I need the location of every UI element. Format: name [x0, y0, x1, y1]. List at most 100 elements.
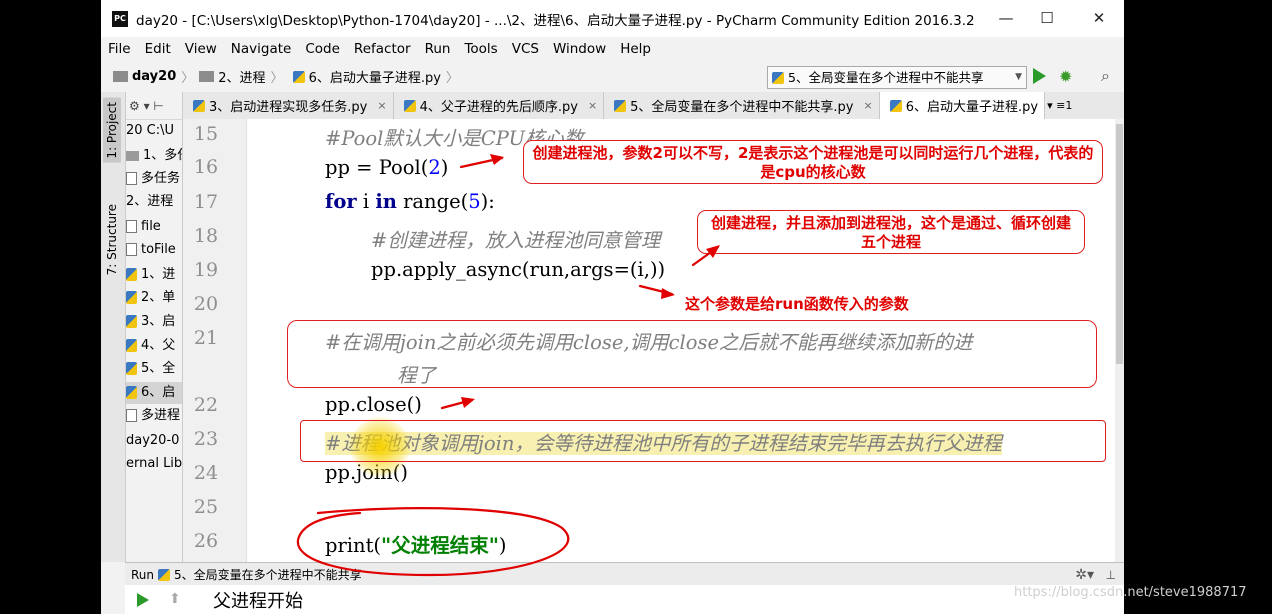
- menu-window[interactable]: Window: [546, 41, 613, 57]
- menu-help[interactable]: Help: [613, 41, 658, 57]
- file-icon: [126, 243, 137, 256]
- maximize-button[interactable]: ☐: [1022, 0, 1072, 37]
- code-line-26: print("父进程结束"): [325, 534, 507, 557]
- python-file-icon: [126, 315, 137, 328]
- run-panel-label: Run: [131, 567, 155, 582]
- menu-file[interactable]: File: [101, 41, 138, 57]
- tree-item[interactable]: 4、父: [126, 335, 182, 357]
- file-icon: [126, 172, 137, 185]
- python-file-icon: [126, 362, 137, 375]
- menu-vcs[interactable]: VCS: [505, 41, 546, 57]
- annotation-frame-join-comment: [300, 420, 1106, 462]
- tree-item[interactable]: 2、进程: [126, 191, 182, 213]
- code-line-22: pp.close(): [325, 393, 422, 416]
- tab-parent-child-order[interactable]: 4、父子进程的先后顺序.py ×: [394, 92, 605, 119]
- structure-tool-tab[interactable]: 7: Structure: [103, 200, 121, 279]
- line-number: 20: [193, 293, 219, 315]
- run-configuration-select[interactable]: 5、全局变量在多个进程中不能共享 ▼: [767, 66, 1027, 89]
- close-tab-icon[interactable]: ×: [864, 99, 873, 112]
- run-console: ⬆ 父进程开始: [125, 585, 1124, 614]
- tree-item[interactable]: 1、进: [126, 264, 182, 286]
- debug-button[interactable]: ✹: [1059, 67, 1072, 86]
- run-configuration-label: 5、全局变量在多个进程中不能共享: [788, 70, 984, 85]
- scrollbar-thumb[interactable]: [1116, 124, 1123, 364]
- tree-item-selected[interactable]: 6、启: [126, 382, 182, 404]
- line-number: 15: [193, 123, 219, 145]
- menu-view[interactable]: View: [178, 41, 224, 57]
- line-number: 21: [193, 327, 219, 349]
- rerun-button[interactable]: [137, 593, 149, 607]
- editor-tabs: 3、启动进程实现多任务.py × 4、父子进程的先后顺序.py × 5、全局变量在多…: [183, 92, 1124, 120]
- file-icon: [126, 409, 137, 422]
- folder-icon: [126, 150, 139, 161]
- watermark: https://blog.csdn.net/steve1988717: [1014, 585, 1247, 600]
- code-line-16: pp = Pool(2): [325, 156, 449, 179]
- chevron-right-icon: 〉: [181, 71, 195, 86]
- menu-code[interactable]: Code: [298, 41, 347, 57]
- tree-item[interactable]: 5、全: [126, 358, 182, 380]
- folder-icon: [113, 71, 128, 82]
- close-tab-icon[interactable]: ×: [377, 99, 386, 112]
- chevron-right-icon: 〉: [445, 71, 459, 86]
- breadcrumb: day20 〉 2、进程 〉 6、启动大量子进程.py 〉: [101, 67, 464, 86]
- chevron-right-icon: 〉: [270, 71, 284, 86]
- breadcrumb-root[interactable]: day20: [132, 69, 176, 84]
- tab-start-many-processes[interactable]: 6、启动大量子进程.py: [879, 92, 1046, 119]
- code-line-17: for i in range(5):: [325, 190, 495, 213]
- folder-icon: [199, 71, 215, 82]
- menu-navigate[interactable]: Navigate: [224, 41, 299, 57]
- breadcrumb-file[interactable]: 6、启动大量子进程.py: [309, 67, 441, 86]
- code-line-18: #创建进程，放入进程池同意管理: [371, 229, 661, 252]
- line-number: 17: [193, 191, 219, 213]
- arrow-up-icon[interactable]: ⬆: [169, 591, 181, 607]
- close-button[interactable]: ✕: [1074, 0, 1124, 37]
- close-tab-icon[interactable]: ×: [588, 99, 597, 112]
- tab-global-variable[interactable]: 5、全局变量在多个进程中不能共享.py ×: [604, 92, 880, 119]
- tree-item[interactable]: day20-0: [126, 430, 182, 452]
- console-output: 父进程开始: [213, 591, 303, 612]
- tree-item[interactable]: 20 C:\U: [126, 120, 182, 142]
- menu-bar: File Edit View Navigate Code Refactor Ru…: [101, 37, 1124, 61]
- title-bar: PC day20 - [C:\Users\xlg\Desktop\Python-…: [101, 0, 1124, 37]
- line-number: 22: [193, 394, 219, 416]
- run-button[interactable]: [1033, 68, 1046, 84]
- code-line-19: pp.apply_async(run,args=(i,)): [371, 258, 666, 281]
- tab-start-process[interactable]: 3、启动进程实现多任务.py ×: [183, 92, 394, 119]
- tab-overflow-button[interactable]: ▾ ≡1: [1045, 92, 1074, 119]
- project-panel-toolbar[interactable]: ⚙ ▾ ⊢: [126, 92, 182, 120]
- python-file-icon: [889, 99, 902, 112]
- search-icon[interactable]: ⌕: [1101, 66, 1110, 86]
- tree-item[interactable]: 1、多任务: [126, 145, 182, 167]
- pycharm-window: PC day20 - [C:\Users\xlg\Desktop\Python-…: [101, 0, 1124, 614]
- menu-edit[interactable]: Edit: [138, 41, 178, 57]
- line-number: 23: [193, 428, 219, 450]
- tree-item[interactable]: 2、单: [126, 287, 182, 309]
- left-tool-strip: 1: Project 7: Structure: [101, 92, 126, 562]
- editor-scrollbar[interactable]: [1115, 119, 1124, 562]
- line-number: 16: [193, 156, 219, 178]
- line-number-gutter: 15 16 17 18 19 20 21 22 23 24 25 26: [183, 119, 247, 562]
- tree-item[interactable]: file: [126, 216, 182, 238]
- tree-item[interactable]: toFile: [126, 239, 182, 261]
- python-file-icon: [403, 99, 416, 112]
- menu-tools[interactable]: Tools: [457, 41, 504, 57]
- breadcrumb-folder[interactable]: 2、进程: [218, 67, 265, 86]
- tree-item[interactable]: 多进程: [126, 405, 182, 427]
- run-panel-header: Run 5、全局变量在多个进程中不能共享 ✲▾ ⊥: [125, 562, 1124, 586]
- python-file-icon: [126, 291, 137, 304]
- tree-item[interactable]: 3、启: [126, 311, 182, 333]
- python-file-icon: [292, 70, 305, 83]
- menu-run[interactable]: Run: [418, 41, 458, 57]
- python-file-icon: [126, 386, 137, 399]
- project-tool-tab[interactable]: 1: Project: [103, 98, 121, 163]
- line-number: 19: [193, 259, 219, 281]
- tree-item[interactable]: ernal Lib: [126, 453, 182, 475]
- tree-item[interactable]: 多任务: [126, 168, 182, 190]
- python-file-icon: [158, 568, 171, 581]
- gear-icon[interactable]: ✲▾: [1075, 567, 1094, 583]
- project-panel: ⚙ ▾ ⊢ 20 C:\U 1、多任务 多任务 2、进程 file toFile…: [126, 92, 183, 562]
- python-file-icon: [614, 99, 627, 112]
- pin-icon[interactable]: ⊥: [1106, 568, 1116, 582]
- menu-refactor[interactable]: Refactor: [347, 41, 418, 57]
- line-number: 24: [193, 462, 219, 484]
